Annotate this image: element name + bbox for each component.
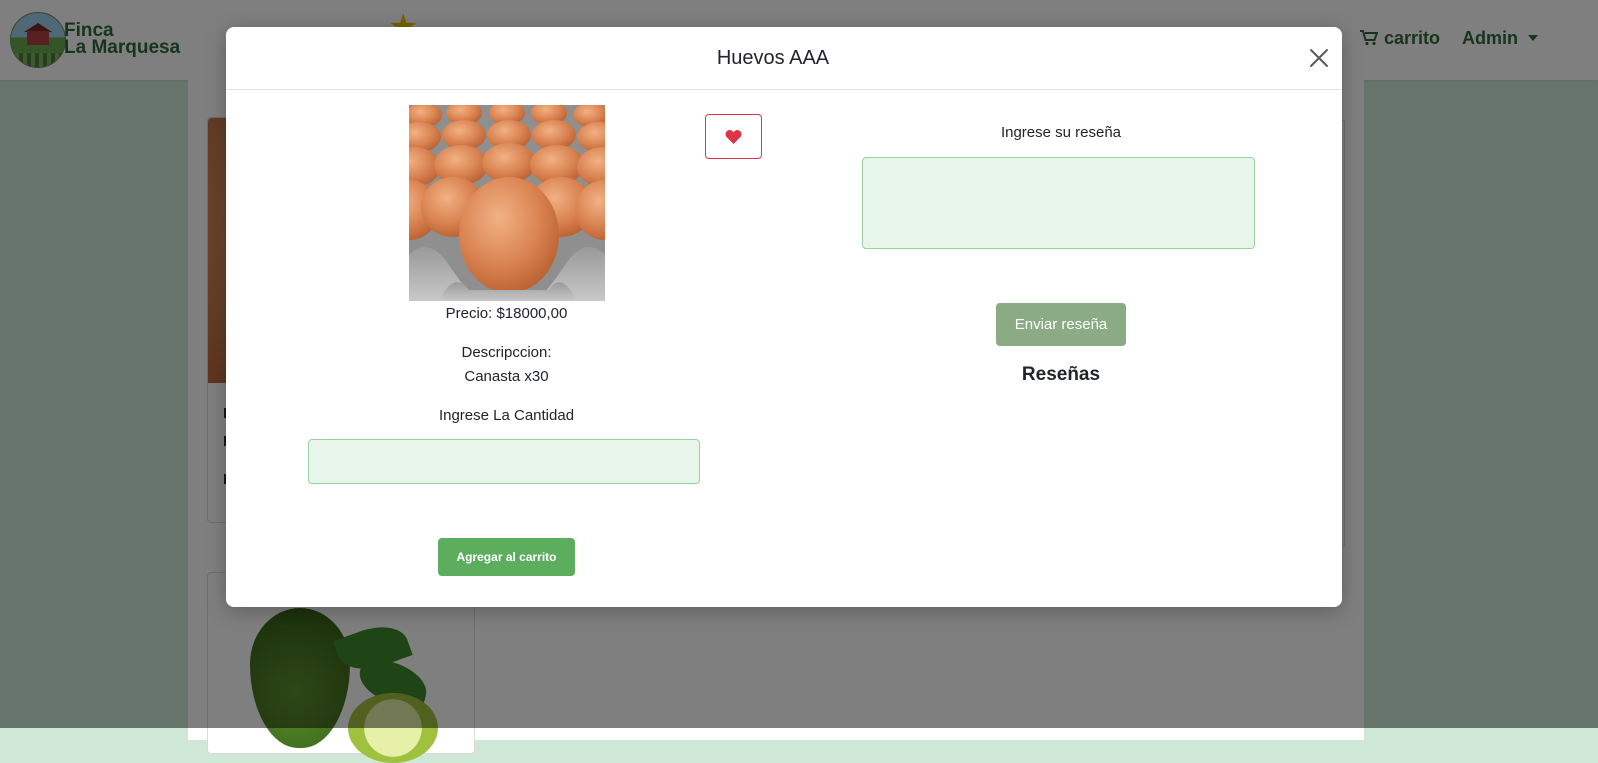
reviews-heading: Reseñas	[1021, 364, 1101, 385]
product-price: Precio: $18000,00	[445, 305, 568, 322]
product-image	[409, 105, 605, 301]
modal-header: Huevos AAA	[226, 27, 1342, 90]
product-modal: Huevos AAA Precio: $18000,00 Descripccio…	[226, 27, 1342, 607]
description-label: Descripccion:	[461, 344, 552, 361]
description-value: Canasta x30	[464, 368, 549, 385]
favorite-button[interactable]	[705, 114, 762, 159]
review-input[interactable]	[862, 157, 1255, 249]
add-to-cart-button[interactable]: Agregar al carrito	[438, 538, 575, 576]
quantity-label: Ingrese La Cantidad	[438, 407, 575, 424]
send-review-button[interactable]: Enviar reseña	[996, 303, 1126, 346]
close-icon[interactable]	[1308, 47, 1330, 69]
modal-title: Huevos AAA	[716, 47, 830, 69]
heart-icon	[725, 130, 742, 144]
review-label: Ingrese su reseña	[1000, 124, 1122, 141]
quantity-input[interactable]	[308, 439, 700, 484]
